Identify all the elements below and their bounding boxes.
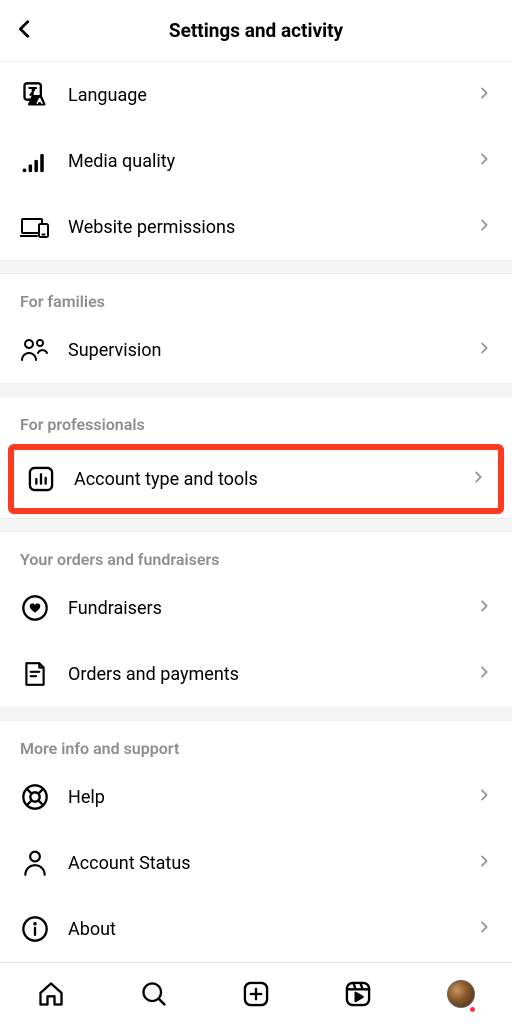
section-header-families: For families — [0, 274, 512, 317]
section-header-info: More info and support — [0, 721, 512, 764]
row-supervision[interactable]: Supervision — [0, 317, 512, 383]
chevron-right-icon — [476, 217, 492, 237]
page-title: Settings and activity — [14, 19, 498, 42]
person-icon — [20, 848, 50, 878]
nav-home[interactable] — [31, 974, 71, 1014]
highlight-annotation: Account type and tools — [8, 444, 504, 514]
row-account-status[interactable]: Account Status — [0, 830, 512, 896]
chart-box-icon — [26, 464, 56, 494]
lifebuoy-icon — [20, 782, 50, 812]
row-help[interactable]: Help — [0, 764, 512, 830]
chevron-right-icon — [470, 469, 486, 489]
signal-bars-icon — [20, 146, 50, 176]
section-header-orders: Your orders and fundraisers — [0, 532, 512, 575]
chevron-right-icon — [476, 919, 492, 939]
row-label: Fundraisers — [68, 598, 476, 619]
row-media-quality[interactable]: Media quality — [0, 128, 512, 194]
heart-circle-icon — [20, 593, 50, 623]
receipt-icon — [20, 659, 50, 689]
row-label: Media quality — [68, 151, 476, 172]
row-about[interactable]: About — [0, 896, 512, 962]
notification-dot — [470, 1007, 475, 1012]
row-orders-payments[interactable]: Orders and payments — [0, 641, 512, 707]
row-account-type-tools[interactable]: Account type and tools — [14, 450, 498, 508]
row-label: Account Status — [68, 853, 476, 874]
section-divider — [0, 383, 512, 397]
nav-search[interactable] — [134, 974, 174, 1014]
chevron-right-icon — [476, 853, 492, 873]
info-icon — [20, 914, 50, 944]
chevron-right-icon — [476, 664, 492, 684]
people-icon — [20, 335, 50, 365]
row-label: Language — [68, 85, 476, 106]
row-language[interactable]: Language — [0, 62, 512, 128]
back-button[interactable] — [14, 18, 36, 44]
section-header-professionals: For professionals — [0, 397, 512, 440]
devices-icon — [20, 212, 50, 242]
chevron-right-icon — [476, 787, 492, 807]
content-scroll[interactable]: Language Media quality W — [0, 62, 512, 962]
section-divider — [0, 518, 512, 532]
row-fundraisers[interactable]: Fundraisers — [0, 575, 512, 641]
row-label: Supervision — [68, 340, 476, 361]
nav-create[interactable] — [236, 974, 276, 1014]
chevron-right-icon — [476, 340, 492, 360]
nav-profile[interactable] — [441, 974, 481, 1014]
language-icon — [20, 80, 50, 110]
row-website-permissions[interactable]: Website permissions — [0, 194, 512, 260]
chevron-right-icon — [476, 598, 492, 618]
chevron-right-icon — [476, 151, 492, 171]
chevron-right-icon — [476, 85, 492, 105]
nav-reels[interactable] — [338, 974, 378, 1014]
bottom-nav — [0, 962, 512, 1024]
row-label: About — [68, 919, 476, 940]
avatar-icon — [447, 980, 475, 1008]
row-label: Website permissions — [68, 217, 476, 238]
section-divider — [0, 260, 512, 274]
row-label: Account type and tools — [74, 469, 470, 490]
section-divider — [0, 707, 512, 721]
row-label: Orders and payments — [68, 664, 476, 685]
row-label: Help — [68, 787, 476, 808]
header: Settings and activity — [0, 0, 512, 62]
